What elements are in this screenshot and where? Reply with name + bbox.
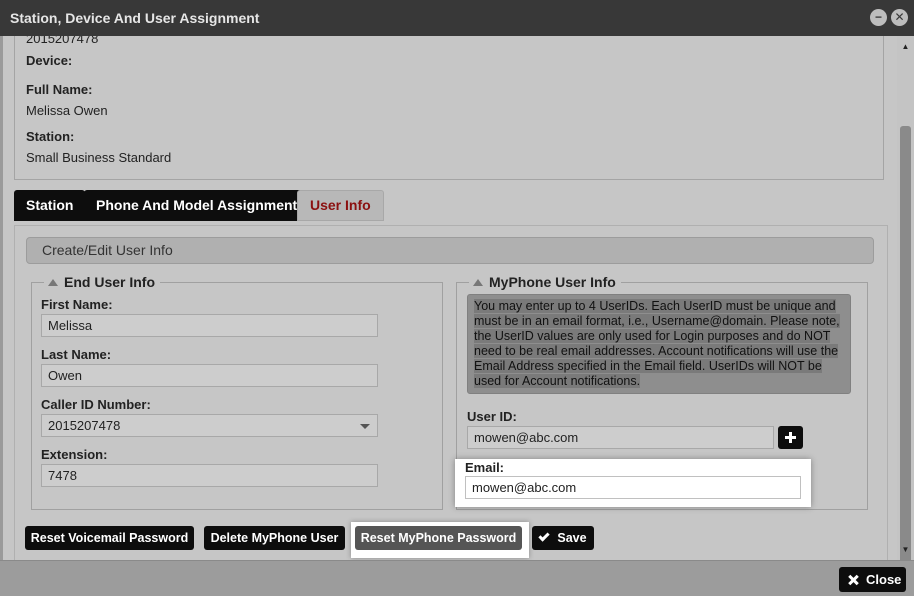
user-info-panel: Create/Edit User Info End User Info Firs…: [14, 225, 888, 560]
device-label: Device:: [26, 53, 73, 68]
save-button-label: Save: [557, 531, 587, 545]
email-field-highlight: Email: mowen@abc.com: [455, 459, 811, 507]
delete-myphone-user-button[interactable]: Delete MyPhone User: [204, 526, 345, 550]
close-button-label: Close: [866, 572, 902, 587]
caller-id-number-value: 2015207478: [48, 418, 121, 433]
summary-partial-value: 2015207478: [26, 36, 99, 46]
end-user-info-legend-text: End User Info: [64, 274, 156, 290]
full-name-value: Melissa Owen: [26, 103, 108, 118]
close-button[interactable]: Close: [839, 567, 906, 592]
assignment-summary: 2015207478 Device: Full Name: Melissa Ow…: [14, 36, 884, 180]
add-user-id-button[interactable]: [778, 426, 803, 449]
dialog-footer: Close: [0, 560, 914, 596]
reset-myphone-password-button[interactable]: Reset MyPhone Password: [355, 526, 522, 550]
close-x-icon: [848, 575, 858, 585]
scroll-up-arrow-icon[interactable]: ▲: [897, 40, 914, 54]
full-name-label: Full Name:: [26, 82, 93, 97]
userid-help-note: You may enter up to 4 UserIDs. Each User…: [467, 294, 851, 394]
userid-help-text: You may enter up to 4 UserIDs. Each User…: [474, 299, 840, 388]
first-name-label: First Name:: [41, 297, 113, 312]
myphone-user-info-legend-text: MyPhone User Info: [489, 274, 616, 290]
user-id-label: User ID:: [467, 409, 517, 424]
user-id-input[interactable]: mowen@abc.com: [467, 426, 774, 449]
station-value: Small Business Standard: [26, 150, 172, 165]
chevron-down-icon: [360, 424, 370, 429]
scroll-down-arrow-icon[interactable]: ▼: [897, 543, 914, 557]
extension-label: Extension:: [41, 447, 108, 462]
email-label: Email:: [465, 460, 505, 475]
end-user-info-legend[interactable]: End User Info: [44, 274, 161, 290]
checkmark-icon: [538, 530, 551, 542]
collapse-triangle-icon: [473, 279, 483, 286]
extension-input[interactable]: 7478: [41, 464, 378, 487]
window-title: Station, Device And User Assignment: [10, 10, 260, 26]
reset-voicemail-password-button[interactable]: Reset Voicemail Password: [25, 526, 194, 550]
email-input[interactable]: mowen@abc.com: [465, 476, 801, 499]
tab-user-info[interactable]: User Info: [297, 190, 384, 221]
tab-phone-and-model-assignment[interactable]: Phone And Model Assignment: [84, 190, 310, 221]
collapse-triangle-icon: [48, 279, 58, 286]
end-user-info-fieldset: End User Info First Name: Melissa Last N…: [31, 274, 443, 510]
caller-id-number-select[interactable]: 2015207478: [41, 414, 378, 437]
create-edit-user-info-header[interactable]: Create/Edit User Info: [26, 237, 874, 264]
close-icon[interactable]: ✕: [891, 9, 908, 26]
tab-station[interactable]: Station: [14, 190, 86, 221]
minimize-icon[interactable]: −: [870, 9, 887, 26]
station-label: Station:: [26, 129, 75, 144]
last-name-label: Last Name:: [41, 347, 112, 362]
last-name-input[interactable]: Owen: [41, 364, 378, 387]
scrollbar-thumb[interactable]: [900, 126, 911, 566]
first-name-input[interactable]: Melissa: [41, 314, 378, 337]
caller-id-number-label: Caller ID Number:: [41, 397, 151, 412]
vertical-scrollbar[interactable]: ▲ ▼: [897, 36, 914, 566]
save-button[interactable]: Save: [532, 526, 594, 550]
myphone-user-info-legend[interactable]: MyPhone User Info: [469, 274, 621, 290]
window-titlebar: Station, Device And User Assignment − ✕: [0, 0, 914, 36]
